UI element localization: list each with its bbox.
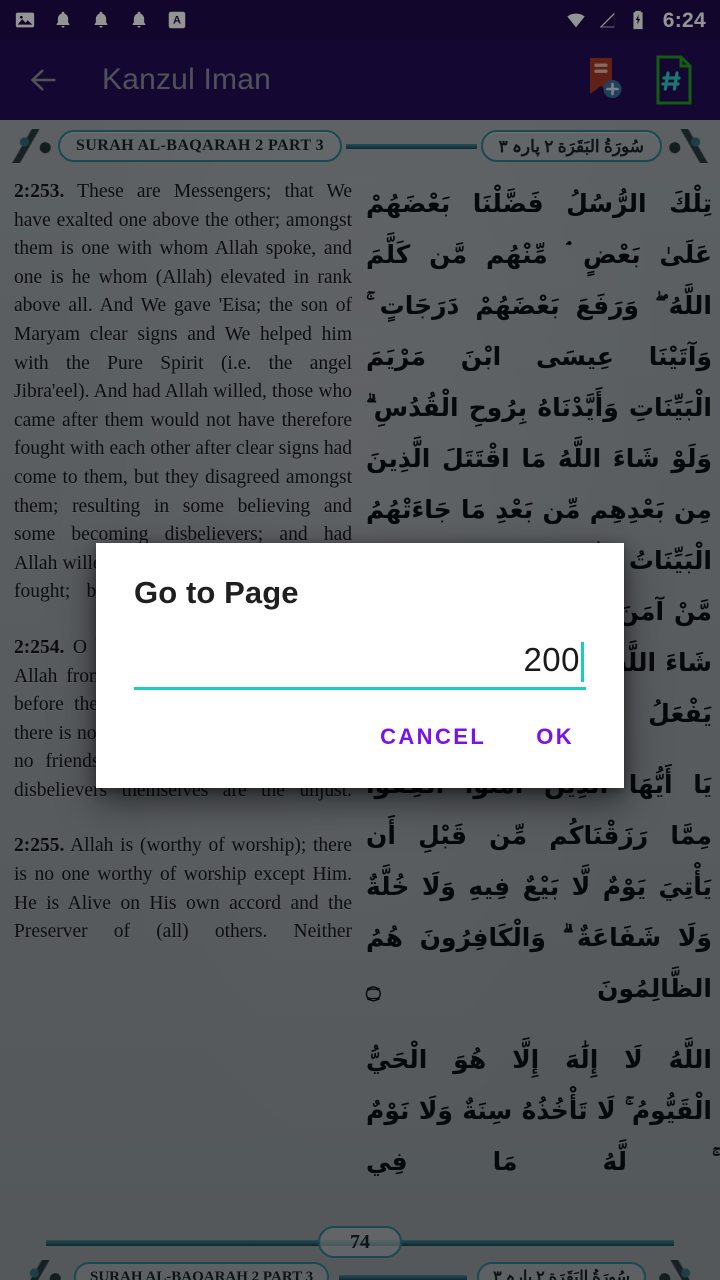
app-screen: SURAH AL-BAQARAH 2 PART 3 سُورَةُ البَقَ… xyxy=(0,0,720,1280)
dialog-title: Go to Page xyxy=(134,575,299,610)
cancel-button[interactable]: CANCEL xyxy=(378,720,488,754)
text-cursor xyxy=(581,642,584,682)
dialog-actions: CANCEL OK xyxy=(96,690,624,788)
page-input-wrap xyxy=(134,641,586,690)
ok-button[interactable]: OK xyxy=(534,720,576,754)
page-number-input[interactable] xyxy=(134,641,586,687)
input-underline xyxy=(134,687,586,690)
go-to-page-dialog: Go to Page CANCEL OK xyxy=(96,543,624,788)
